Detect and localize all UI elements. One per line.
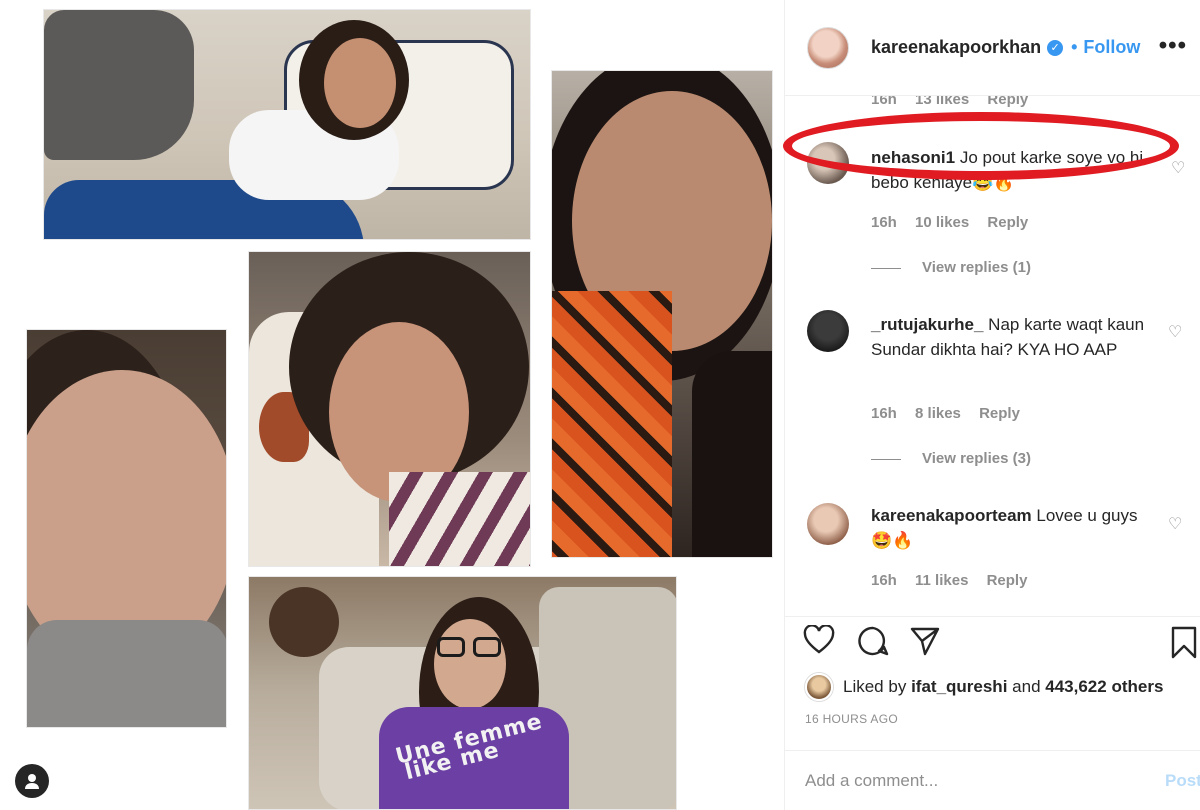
collage-photo-3 — [248, 251, 531, 567]
commenter-username[interactable]: _rutujakurhe_ — [871, 315, 983, 334]
commenter-username[interactable]: nehasoni1 — [871, 148, 955, 167]
view-replies-button[interactable]: View replies (3) — [922, 450, 1031, 467]
comment-time: 16h — [871, 214, 897, 231]
post-details-panel: kareenakapoorkhan ✓ • Follow ••• 16h 13 … — [783, 0, 1200, 810]
view-replies-button[interactable]: View replies (1) — [922, 259, 1031, 276]
liked-by-summary: Liked by ifat_qureshi and 443,622 others — [805, 673, 1163, 701]
comment-reply-button[interactable]: Reply — [987, 214, 1028, 231]
comment-meta: 16h 8 likes Reply — [871, 405, 1034, 422]
comment-bubble-icon[interactable] — [857, 625, 889, 657]
save-bookmark-icon[interactable] — [1169, 625, 1199, 659]
like-comment-heart-icon[interactable]: ♡ — [1168, 322, 1186, 341]
like-comment-heart-icon[interactable]: ♡ — [1168, 514, 1186, 533]
post-comment-button[interactable]: Post — [1165, 771, 1200, 791]
commenter-username[interactable]: kareenakapoorteam — [871, 506, 1032, 525]
liked-by-others[interactable]: 443,622 others — [1045, 677, 1163, 697]
comment-reply-button[interactable]: Reply — [987, 96, 1028, 108]
liker-avatar[interactable] — [805, 673, 833, 701]
like-comment-heart-icon[interactable]: ♡ — [1171, 158, 1189, 177]
commenter-avatar[interactable] — [807, 503, 849, 545]
comment-composer: Post — [785, 750, 1200, 810]
comment-likes[interactable]: 10 likes — [915, 214, 969, 231]
comments-list[interactable]: 16h 13 likes Reply nehasoni1 Jo pout kar… — [785, 96, 1200, 616]
comment-likes[interactable]: 13 likes — [915, 96, 969, 108]
post-timestamp[interactable]: 16 HOURS AGO — [805, 712, 898, 726]
collage-photo-4 — [26, 329, 227, 728]
view-replies-line — [871, 459, 901, 460]
post-image-collage[interactable]: Une femme like me — [0, 0, 784, 810]
comment-meta: 16h 10 likes Reply — [871, 214, 1042, 231]
collage-photo-2 — [551, 70, 773, 558]
commenter-avatar[interactable] — [807, 310, 849, 352]
comment-time: 16h — [871, 96, 897, 108]
view-replies-line — [871, 268, 901, 269]
collage-photo-1 — [43, 9, 531, 240]
verified-badge-icon: ✓ — [1047, 39, 1064, 56]
like-heart-icon[interactable] — [803, 625, 835, 655]
header-separator: • — [1071, 37, 1078, 57]
commenter-avatar[interactable] — [807, 142, 849, 184]
add-comment-input[interactable] — [805, 767, 1135, 795]
author-username[interactable]: kareenakapoorkhan — [871, 37, 1041, 58]
liked-by-user[interactable]: ifat_qureshi — [911, 677, 1007, 697]
comment-time: 16h — [871, 572, 897, 589]
liked-by-prefix: Liked by — [843, 677, 907, 696]
collage-photo-5: Une femme like me — [248, 576, 677, 810]
comment-meta: 16h 11 likes Reply — [871, 572, 1041, 589]
comment-likes[interactable]: 8 likes — [915, 405, 961, 422]
liked-by-and: and — [1012, 677, 1041, 696]
comment-reply-button[interactable]: Reply — [987, 572, 1028, 589]
comment-likes[interactable]: 11 likes — [915, 572, 968, 589]
post-header: kareenakapoorkhan ✓ • Follow ••• — [785, 0, 1200, 96]
more-options-icon[interactable]: ••• — [1159, 32, 1187, 60]
post-actions: Liked by ifat_qureshi and 443,622 others… — [785, 616, 1200, 746]
comment-time: 16h — [871, 405, 897, 422]
share-paper-plane-icon[interactable] — [909, 625, 941, 657]
follow-button[interactable]: Follow — [1083, 37, 1140, 58]
author-avatar[interactable] — [807, 26, 849, 69]
comment-reply-button[interactable]: Reply — [979, 405, 1020, 422]
comment-meta-partial: 16h 13 likes Reply — [871, 96, 1042, 108]
profile-icon[interactable] — [15, 764, 49, 798]
